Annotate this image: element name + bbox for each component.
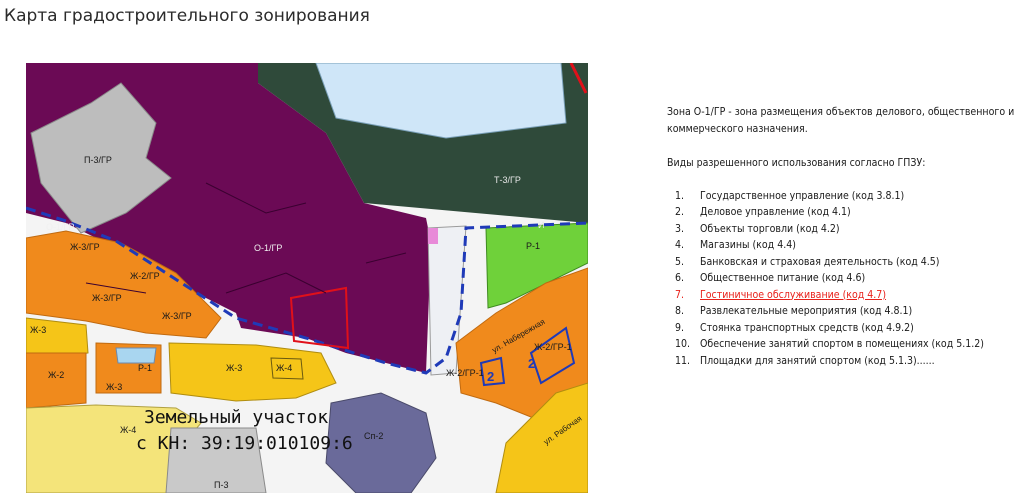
zone-label: О-1/ГР — [46, 222, 74, 232]
list-item: 4. Магазины (код 4.4) — [667, 237, 1019, 254]
zone-label: О-1/ГР — [254, 243, 282, 253]
zone-label: Ж-3 — [30, 325, 46, 335]
item-number: 5. — [675, 255, 685, 268]
list-item: 6. Общественное питание (код 4.6) — [667, 270, 1019, 287]
zone-label: И — [538, 220, 544, 230]
zone-label: Р-1 — [138, 363, 152, 373]
item-text: Банковская и страховая деятельность (код… — [700, 255, 940, 268]
zone-label: Ж-2/ГР-1 — [534, 342, 572, 352]
list-item: 9. Стоянка транспортных средств (код 4.9.… — [667, 320, 1019, 337]
permitted-uses-list: 1. Государственное управление (код 3.8.1)… — [667, 188, 1019, 370]
zone-label: Ж-2/ГР — [130, 271, 160, 281]
zone-label: Р-1 — [526, 241, 540, 251]
zone-label: 2 — [528, 356, 535, 371]
item-text: Обеспечение занятий спортом в помещениях… — [700, 338, 984, 350]
zone-legend: Зона О-1/ГР - зона размещения объектов д… — [667, 104, 1019, 369]
item-number: 8. — [675, 305, 685, 317]
zone-marker-pink — [428, 228, 438, 244]
item-text: Государственное управление (код 3.8.1) — [700, 189, 905, 202]
zone-label: Ж-4 — [276, 363, 292, 373]
item-text: Магазины (код 4.4) — [700, 239, 796, 251]
parcel-caption-line1: Земельный участок — [144, 407, 328, 428]
item-text: Объекты торговли (код 4.2) — [700, 222, 840, 235]
item-number: 3. — [675, 222, 685, 235]
zone-label: Ж-2 — [48, 370, 64, 380]
list-item: 5. Банковская и страховая деятельность (к… — [667, 254, 1019, 271]
zone-label: Ж-3 — [226, 363, 242, 373]
item-number: 6. — [675, 272, 685, 284]
list-item-highlighted[interactable]: 7. Гостиничное обслуживание (код 4.7) — [667, 287, 1019, 304]
zone-description: Зона О-1/ГР - зона размещения объектов д… — [667, 106, 1015, 135]
uses-title: Виды разрешенного использования согласно… — [667, 157, 926, 169]
parcel-caption-line2: с КН: 39:19:010109:6 — [136, 433, 353, 454]
list-item: 3. Объекты торговли (код 4.2) — [667, 221, 1019, 238]
item-text: Площадки для занятий спортом (код 5.1.3)… — [700, 354, 935, 367]
zone-label: Т-3/ГР — [494, 175, 521, 185]
item-number: 1. — [675, 189, 685, 202]
list-item: 8. Развлекательные мероприятия (код 4.8.1… — [667, 303, 1019, 320]
item-number: 9. — [675, 321, 685, 334]
item-number: 2. — [675, 206, 685, 218]
list-item: 1. Государственное управление (код 3.8.1) — [667, 188, 1019, 205]
zone-label: Ж-4 — [120, 425, 136, 435]
item-number: 7. — [675, 288, 685, 301]
item-link[interactable]: Гостиничное обслуживание (код 4.7) — [700, 287, 886, 304]
item-text: Деловое управление (код 4.1) — [700, 206, 851, 218]
zone-label: П-3 — [214, 480, 228, 490]
zone-label: Ж-2/ГР-1 — [446, 368, 484, 378]
zone-label: П-3/ГР — [84, 155, 112, 165]
item-text: Общественное питание (код 4.6) — [700, 272, 866, 284]
item-text: Стоянка транспортных средств (код 4.9.2) — [700, 321, 914, 334]
zoning-map-svg: П-3/ГР Т-3/ГР О-1/ГР О-1/ГР Ж-3/ГР Ж-2/Г… — [26, 63, 588, 493]
zone-residential-z2 — [26, 352, 87, 409]
list-item: 10. Обеспечение занятий спортом в помещен… — [667, 336, 1019, 353]
zone-label: Сп-2 — [364, 431, 383, 441]
zone-residential-center — [168, 342, 337, 402]
zone-label: 2 — [487, 369, 494, 384]
zoning-map[interactable]: П-3/ГР Т-3/ГР О-1/ГР О-1/ГР Ж-3/ГР Ж-2/Г… — [26, 63, 588, 493]
zone-label: Ж-3/ГР — [92, 293, 122, 303]
page-title: Карта градостроительного зонирования — [4, 6, 370, 26]
zone-label: Ж-3/ГР — [162, 311, 192, 321]
item-text: Развлекательные мероприятия (код 4.8.1) — [700, 305, 913, 317]
list-item: 2. Деловое управление (код 4.1) — [667, 204, 1019, 221]
item-number: 11. — [675, 354, 691, 367]
zone-label: Ж-3/ГР — [70, 242, 100, 252]
pond — [115, 347, 157, 364]
item-number: 4. — [675, 239, 685, 251]
zone-label: Ж-3 — [106, 382, 122, 392]
item-number: 10. — [675, 338, 691, 350]
list-item: 11. Площадки для занятий спортом (код 5.1… — [667, 353, 1019, 370]
